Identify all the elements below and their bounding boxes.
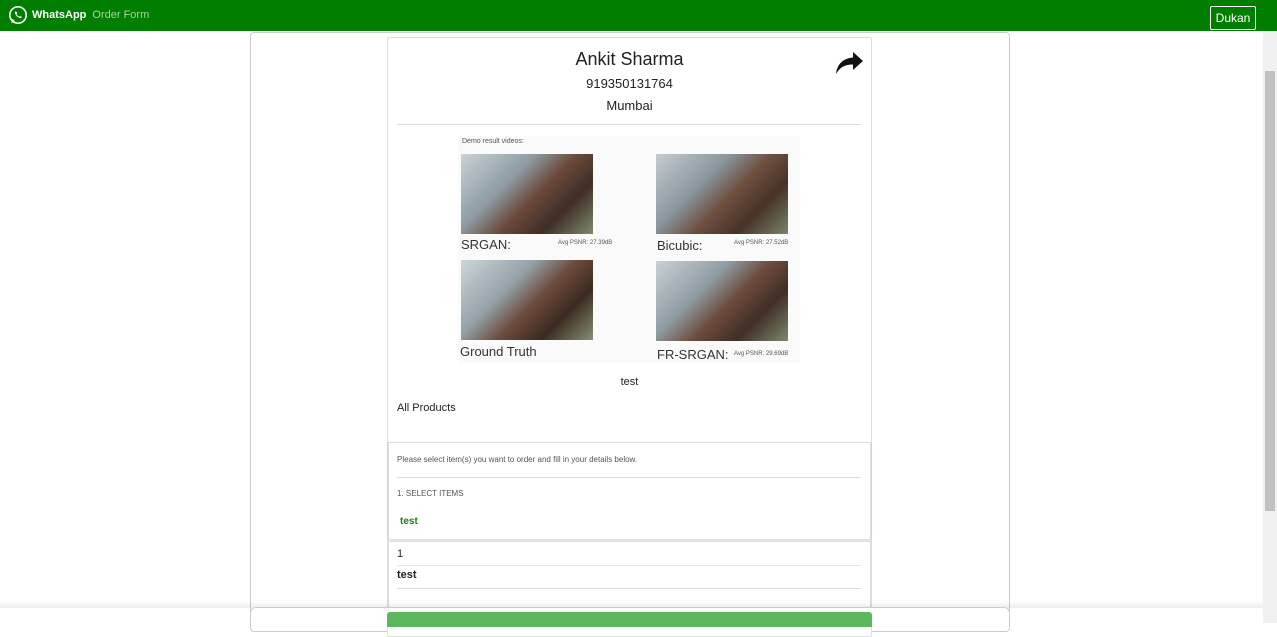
profile-divider (397, 124, 861, 125)
seller-city: Mumbai (606, 98, 653, 113)
label-srgan: SRGAN: (461, 237, 511, 252)
page-scrollbar[interactable] (1263, 31, 1277, 623)
whatsapp-icon (9, 6, 27, 24)
scrollbar-thumb[interactable] (1265, 71, 1275, 511)
order-instructions: Please select item(s) you want to order … (397, 455, 638, 464)
thumbnail-fr-srgan (656, 261, 788, 341)
brand-subtitle: Order Form (92, 9, 150, 21)
store-caption: test (620, 376, 639, 388)
thumbnail-bicubic (656, 154, 788, 234)
store-banner-image: Demo result videos: SRGAN: Avg PSNR: 27.… (458, 136, 800, 363)
seller-name: Ankit Sharma (575, 49, 684, 69)
thumbnail-ground-truth (461, 260, 593, 340)
submit-order-button[interactable] (387, 612, 872, 627)
metric-bicubic: Avg PSNR: 27.52dB (734, 240, 789, 246)
label-bicubic: Bicubic: (657, 238, 703, 253)
label-ground-truth: Ground Truth (460, 344, 537, 359)
metric-srgan: Avg PSNR: 27.39dB (558, 240, 613, 246)
select-items-heading: 1. SELECT ITEMS (397, 489, 464, 498)
brand-name: WhatsApp (32, 9, 87, 21)
banner-header: Demo result videos: (462, 138, 524, 145)
instructions-divider (397, 477, 861, 478)
label-fr-srgan: FR-SRGAN: (657, 347, 729, 362)
product-item-link[interactable]: test (400, 516, 418, 527)
item-divider (397, 588, 861, 589)
brand[interactable]: WhatsApp Order Form (8, 5, 149, 25)
share-icon[interactable] (834, 49, 864, 77)
seller-phone: 919350131764 (586, 76, 673, 91)
selected-item-name: test (397, 569, 417, 581)
all-products-heading: All Products (397, 402, 456, 414)
top-navbar: WhatsApp Order Form Dukan (0, 0, 1277, 31)
quantity-divider (397, 565, 861, 566)
metric-fr-srgan: Avg PSNR: 29.69dB (734, 351, 789, 357)
thumbnail-srgan (461, 154, 593, 234)
selected-item-quantity: 1 (397, 548, 404, 560)
dukan-button[interactable]: Dukan (1210, 6, 1256, 30)
